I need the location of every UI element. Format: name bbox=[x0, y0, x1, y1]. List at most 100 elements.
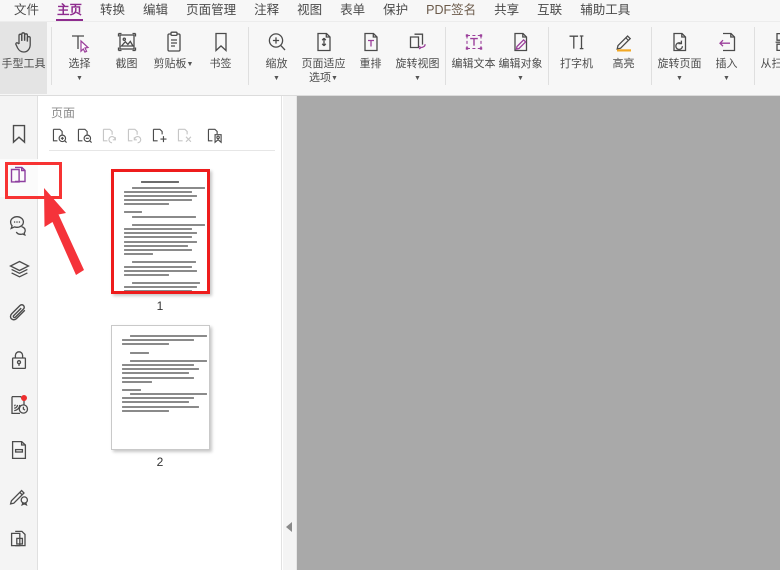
hand-tool-button[interactable]: 手型工具 bbox=[0, 22, 47, 94]
compare-pages-icon bbox=[9, 529, 30, 556]
chevron-down-icon: ▼ bbox=[331, 75, 338, 82]
ribbon-group-edit: 编辑文本 编辑对象▼ bbox=[450, 22, 544, 96]
menu-item-file[interactable]: 文件 bbox=[0, 0, 48, 22]
bookmark-panel-icon bbox=[9, 123, 29, 150]
sidebar-icon-rail bbox=[0, 96, 38, 570]
menu-item-annotate[interactable]: 注释 bbox=[245, 0, 288, 22]
sidebar-item-attachments[interactable] bbox=[0, 295, 38, 340]
insert-page-icon bbox=[715, 28, 739, 55]
zoom-icon bbox=[265, 28, 289, 55]
thumbnail-item[interactable]: 2 bbox=[111, 325, 210, 469]
sidebar-item-signature-validation[interactable] bbox=[0, 385, 38, 430]
ribbon-group-annotate: 打字机 高亮 bbox=[553, 22, 647, 96]
page-rotate-right-icon[interactable] bbox=[126, 127, 143, 144]
page-thumbnail-2[interactable] bbox=[111, 325, 210, 450]
sidebar-item-redaction[interactable] bbox=[0, 430, 38, 475]
select-button[interactable]: 选择 ▼ bbox=[56, 22, 103, 94]
chevron-down-icon: ▼ bbox=[187, 61, 194, 68]
sidebar-item-digital-sign[interactable] bbox=[0, 475, 38, 520]
bookmark-icon bbox=[209, 28, 233, 55]
edit-text-button[interactable]: 编辑文本 bbox=[450, 22, 497, 94]
fit-page-button[interactable]: 页面适应选项▼ bbox=[300, 22, 347, 94]
from-scanner-label: 从扫描仪 bbox=[761, 58, 780, 70]
sidebar-item-security[interactable] bbox=[0, 340, 38, 385]
menu-item-page-manage[interactable]: 页面管理 bbox=[177, 0, 245, 22]
fit-page-label: 页面适应选项 bbox=[302, 58, 346, 84]
menu-item-share[interactable]: 共享 bbox=[485, 0, 528, 22]
snapshot-button[interactable]: 截图 bbox=[103, 22, 150, 94]
page-bookmark-icon[interactable] bbox=[206, 127, 223, 144]
sidebar-item-layers[interactable] bbox=[0, 250, 38, 295]
ribbon-separator bbox=[548, 27, 549, 85]
menu-item-pdf-sign[interactable]: PDF签名 bbox=[417, 0, 485, 22]
thumbnail-content bbox=[114, 172, 207, 291]
from-scanner-button[interactable]: 从扫描仪▼ bbox=[759, 22, 780, 94]
application-window: 文件 主页 转换 编辑 页面管理 注释 视图 表单 保护 PDF签名 共享 互联… bbox=[0, 0, 780, 570]
attachment-panel-icon bbox=[8, 304, 30, 331]
menu-item-connect[interactable]: 互联 bbox=[528, 0, 571, 22]
rotate-view-button[interactable]: 旋转视图▼ bbox=[394, 22, 441, 94]
menu-item-edit[interactable]: 编辑 bbox=[134, 0, 177, 22]
edit-object-button[interactable]: 编辑对象▼ bbox=[497, 22, 544, 94]
typewriter-button[interactable]: 打字机 bbox=[553, 22, 600, 94]
insert-page-button[interactable]: 插入 ▼ bbox=[703, 22, 750, 94]
sidebar-item-comments[interactable] bbox=[0, 205, 38, 250]
page-number-label: 1 bbox=[157, 299, 164, 313]
menu-item-view[interactable]: 视图 bbox=[288, 0, 331, 22]
lock-panel-icon bbox=[9, 349, 29, 376]
chevron-down-icon: ▼ bbox=[414, 75, 421, 82]
page-zoom-out-icon[interactable] bbox=[76, 127, 93, 144]
select-text-icon bbox=[68, 28, 92, 55]
page-thumbnail-1[interactable] bbox=[111, 169, 210, 294]
chevron-down-icon: ▼ bbox=[723, 75, 730, 82]
bookmark-label: 书签 bbox=[197, 58, 244, 72]
ribbon-separator bbox=[248, 27, 249, 85]
pen-seal-icon bbox=[8, 484, 30, 511]
ribbon-group-page: 旋转页面 ▼ 插入 ▼ bbox=[656, 22, 750, 96]
bookmark-button[interactable]: 书签 bbox=[197, 22, 244, 94]
collapse-panel-arrow-icon[interactable] bbox=[286, 522, 292, 532]
menu-item-form[interactable]: 表单 bbox=[331, 0, 374, 22]
panel-splitter[interactable] bbox=[283, 96, 297, 570]
menu-item-home[interactable]: 主页 bbox=[48, 0, 91, 22]
zoom-button[interactable]: 缩放▼ bbox=[253, 22, 300, 94]
rotate-page-label: 旋转页面 bbox=[658, 58, 702, 70]
panel-toolbar bbox=[39, 123, 281, 150]
insert-page-label: 插入 bbox=[716, 58, 738, 70]
edit-object-icon bbox=[509, 28, 533, 55]
menu-item-protect[interactable]: 保护 bbox=[374, 0, 417, 22]
menu-item-accessibility[interactable]: 辅助工具 bbox=[571, 0, 639, 22]
chevron-down-icon: ▼ bbox=[76, 75, 83, 82]
hand-tool-icon bbox=[13, 28, 35, 55]
thumbnail-list: 1 bbox=[39, 151, 281, 481]
ribbon-group-scan: 从扫描仪▼ OCR 快速识别 bbox=[759, 22, 780, 96]
sidebar-item-pages[interactable] bbox=[0, 159, 38, 197]
sidebar-item-compare[interactable] bbox=[0, 520, 38, 565]
chevron-down-icon: ▼ bbox=[676, 75, 683, 82]
select-label: 选择 bbox=[69, 58, 91, 70]
reflow-button[interactable]: 重排 bbox=[347, 22, 394, 94]
highlight-button[interactable]: 高亮 bbox=[600, 22, 647, 94]
fit-page-icon bbox=[312, 28, 336, 55]
edit-text-icon bbox=[462, 28, 486, 55]
chevron-down-icon: ▼ bbox=[273, 75, 280, 82]
notification-badge bbox=[21, 395, 27, 401]
menu-item-convert[interactable]: 转换 bbox=[91, 0, 134, 22]
sidebar-item-bookmarks[interactable] bbox=[0, 114, 38, 159]
page-delete-icon[interactable] bbox=[176, 127, 193, 144]
highlight-label: 高亮 bbox=[600, 58, 647, 72]
thumbnail-item[interactable]: 1 bbox=[111, 169, 210, 313]
page-rotate-left-icon[interactable] bbox=[101, 127, 118, 144]
page-zoom-in-icon[interactable] bbox=[51, 127, 68, 144]
ribbon-separator bbox=[754, 27, 755, 85]
ribbon-separator bbox=[651, 27, 652, 85]
snapshot-icon bbox=[115, 28, 139, 55]
page-number-label: 2 bbox=[157, 455, 164, 469]
comments-panel-icon bbox=[8, 214, 30, 241]
document-canvas[interactable] bbox=[297, 96, 780, 570]
rotate-view-icon bbox=[406, 28, 430, 55]
clipboard-button[interactable]: 剪贴板▼ bbox=[150, 22, 197, 94]
ribbon-group-select: 选择 ▼ 截图 bbox=[56, 22, 244, 96]
page-add-icon[interactable] bbox=[151, 127, 168, 144]
rotate-page-button[interactable]: 旋转页面 ▼ bbox=[656, 22, 703, 94]
